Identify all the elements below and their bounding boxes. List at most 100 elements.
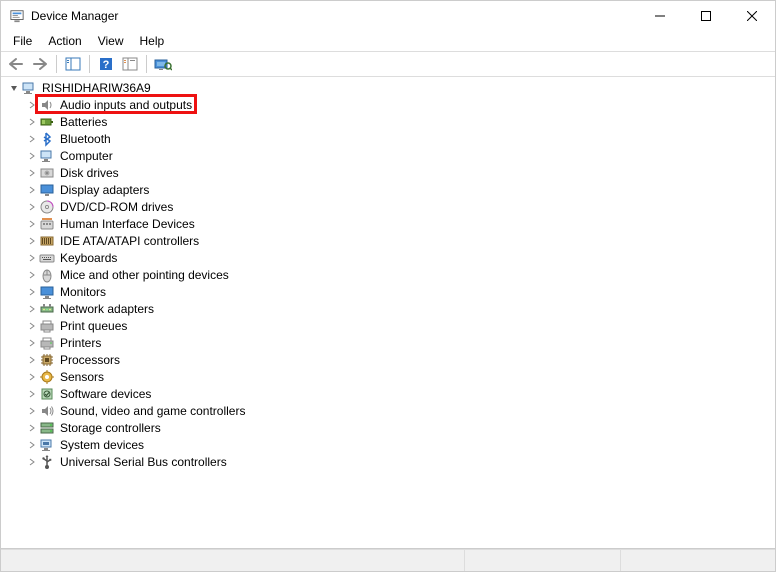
device-category-label: IDE ATA/ATAPI controllers xyxy=(59,234,200,248)
chevron-right-icon[interactable] xyxy=(25,268,39,282)
device-category-node[interactable]: Keyboards xyxy=(1,249,775,266)
chevron-right-icon[interactable] xyxy=(25,183,39,197)
dvd-icon xyxy=(39,199,55,215)
show-hide-tree-button[interactable] xyxy=(62,53,84,75)
menu-file[interactable]: File xyxy=(5,32,40,50)
forward-button[interactable] xyxy=(29,53,51,75)
usb-icon xyxy=(39,454,55,470)
scan-hardware-button[interactable] xyxy=(152,53,174,75)
device-category-label: Mice and other pointing devices xyxy=(59,268,230,282)
device-category-node[interactable]: Processors xyxy=(1,351,775,368)
storage-icon xyxy=(39,420,55,436)
chevron-right-icon[interactable] xyxy=(25,285,39,299)
toolbar: ? xyxy=(1,51,775,77)
chevron-right-icon[interactable] xyxy=(25,234,39,248)
menu-view[interactable]: View xyxy=(90,32,132,50)
bluetooth-icon xyxy=(39,131,55,147)
app-icon xyxy=(9,8,25,24)
tree-root-node[interactable]: RISHIDHARIW36A9 xyxy=(1,79,775,96)
device-category-node[interactable]: Network adapters xyxy=(1,300,775,317)
device-category-node[interactable]: Bluetooth xyxy=(1,130,775,147)
minimize-button[interactable] xyxy=(637,1,683,31)
help-button[interactable]: ? xyxy=(95,53,117,75)
sound-icon xyxy=(39,403,55,419)
chevron-right-icon[interactable] xyxy=(25,115,39,129)
back-button[interactable] xyxy=(5,53,27,75)
chevron-right-icon[interactable] xyxy=(25,200,39,214)
chevron-right-icon[interactable] xyxy=(25,166,39,180)
device-category-node[interactable]: Sound, video and game controllers xyxy=(1,402,775,419)
device-category-label: Universal Serial Bus controllers xyxy=(59,455,228,469)
device-category-node[interactable]: Display adapters xyxy=(1,181,775,198)
speaker-icon xyxy=(39,97,55,113)
device-category-node[interactable]: System devices xyxy=(1,436,775,453)
device-category-label: Batteries xyxy=(59,115,108,129)
chevron-right-icon[interactable] xyxy=(25,319,39,333)
window-controls xyxy=(637,1,775,31)
menu-help[interactable]: Help xyxy=(132,32,173,50)
chevron-down-icon[interactable] xyxy=(7,81,21,95)
device-category-node[interactable]: Sensors xyxy=(1,368,775,385)
chevron-right-icon[interactable] xyxy=(25,336,39,350)
menu-action[interactable]: Action xyxy=(40,32,89,50)
display-icon xyxy=(39,182,55,198)
device-category-node[interactable]: Computer xyxy=(1,147,775,164)
chevron-right-icon[interactable] xyxy=(25,132,39,146)
device-category-label: Printers xyxy=(59,336,102,350)
device-category-label: Processors xyxy=(59,353,121,367)
device-category-node[interactable]: Universal Serial Bus controllers xyxy=(1,453,775,470)
device-category-node[interactable]: Storage controllers xyxy=(1,419,775,436)
device-category-node[interactable]: Audio inputs and outputs xyxy=(1,96,775,113)
root-label: RISHIDHARIW36A9 xyxy=(41,81,152,95)
device-category-node[interactable]: Software devices xyxy=(1,385,775,402)
device-category-node[interactable]: IDE ATA/ATAPI controllers xyxy=(1,232,775,249)
properties-button[interactable] xyxy=(119,53,141,75)
network-icon xyxy=(39,301,55,317)
chevron-right-icon[interactable] xyxy=(25,149,39,163)
svg-text:?: ? xyxy=(103,59,110,71)
device-category-node[interactable]: Human Interface Devices xyxy=(1,215,775,232)
device-category-label: Bluetooth xyxy=(59,132,112,146)
device-category-node[interactable]: Printers xyxy=(1,334,775,351)
toolbar-separator xyxy=(146,55,147,73)
device-category-node[interactable]: Monitors xyxy=(1,283,775,300)
printer-icon xyxy=(39,335,55,351)
battery-icon xyxy=(39,114,55,130)
device-category-label: System devices xyxy=(59,438,145,452)
ide-icon xyxy=(39,233,55,249)
device-category-node[interactable]: DVD/CD-ROM drives xyxy=(1,198,775,215)
chevron-right-icon[interactable] xyxy=(25,302,39,316)
device-category-label: Sound, video and game controllers xyxy=(59,404,246,418)
chevron-right-icon[interactable] xyxy=(25,438,39,452)
system-icon xyxy=(39,437,55,453)
device-category-label: Disk drives xyxy=(59,166,120,180)
device-category-node[interactable]: Batteries xyxy=(1,113,775,130)
device-category-label: Display adapters xyxy=(59,183,150,197)
chevron-right-icon[interactable] xyxy=(25,404,39,418)
device-tree-container[interactable]: RISHIDHARIW36A9 Audio inputs and outputs… xyxy=(1,77,775,549)
close-button[interactable] xyxy=(729,1,775,31)
chevron-right-icon[interactable] xyxy=(25,387,39,401)
device-category-node[interactable]: Mice and other pointing devices xyxy=(1,266,775,283)
chevron-right-icon[interactable] xyxy=(25,217,39,231)
device-category-label: Monitors xyxy=(59,285,107,299)
processor-icon xyxy=(39,352,55,368)
statusbar xyxy=(1,549,775,571)
device-category-label: Human Interface Devices xyxy=(59,217,196,231)
chevron-right-icon[interactable] xyxy=(25,98,39,112)
device-category-node[interactable]: Disk drives xyxy=(1,164,775,181)
device-category-label: Audio inputs and outputs xyxy=(59,98,193,112)
status-cell xyxy=(620,550,775,571)
chevron-right-icon[interactable] xyxy=(25,251,39,265)
keyboard-icon xyxy=(39,250,55,266)
chevron-right-icon[interactable] xyxy=(25,370,39,384)
device-category-node[interactable]: Print queues xyxy=(1,317,775,334)
computer-icon xyxy=(21,80,37,96)
chevron-right-icon[interactable] xyxy=(25,455,39,469)
chevron-right-icon[interactable] xyxy=(25,353,39,367)
monitor-icon xyxy=(39,284,55,300)
device-category-label: Computer xyxy=(59,149,114,163)
maximize-button[interactable] xyxy=(683,1,729,31)
device-category-label: Network adapters xyxy=(59,302,155,316)
chevron-right-icon[interactable] xyxy=(25,421,39,435)
